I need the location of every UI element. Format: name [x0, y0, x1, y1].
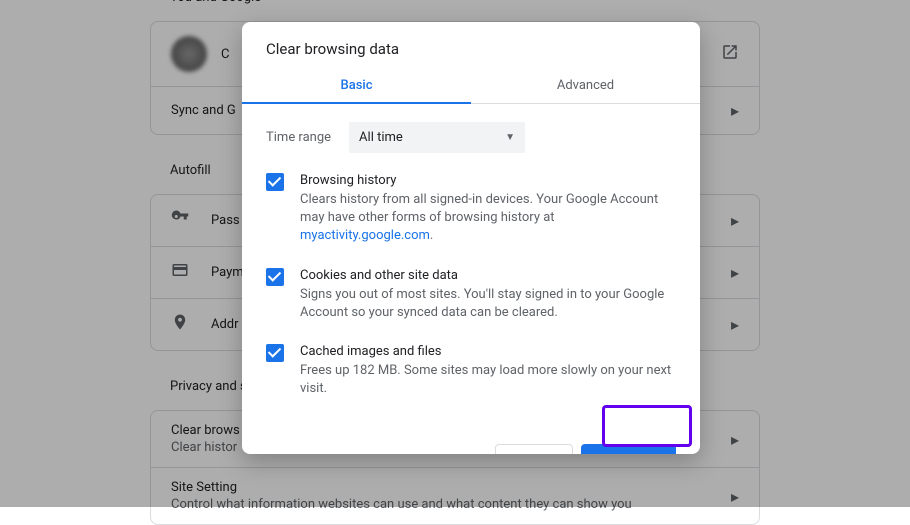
option-desc: Clears history from all signed-in device…: [300, 191, 676, 246]
chevron-down-icon: ▼: [505, 132, 515, 143]
time-range-value: All time: [359, 130, 403, 145]
option-title: Cookies and other site data: [300, 268, 676, 283]
cancel-button[interactable]: Cancel: [495, 444, 573, 454]
option-title: Browsing history: [300, 173, 676, 188]
clear-data-button[interactable]: Clear data: [581, 444, 676, 454]
clear-browsing-data-dialog: Clear browsing data Basic Advanced Time …: [242, 22, 700, 454]
dialog-body: Time range All time ▼ Browsing history C…: [242, 104, 700, 430]
dialog-title: Clear browsing data: [242, 22, 700, 66]
time-range-row: Time range All time ▼: [266, 122, 676, 153]
checkbox-browsing-history[interactable]: [266, 173, 284, 191]
dialog-actions: Cancel Clear data: [242, 430, 700, 454]
option-cache: Cached images and files Frees up 182 MB.…: [266, 344, 676, 398]
myactivity-link[interactable]: myactivity.google.com: [300, 228, 430, 243]
time-range-label: Time range: [266, 130, 331, 145]
option-browsing-history: Browsing history Clears history from all…: [266, 173, 676, 246]
option-cookies: Cookies and other site data Signs you ou…: [266, 268, 676, 322]
checkbox-cookies[interactable]: [266, 268, 284, 286]
option-desc: Frees up 182 MB. Some sites may load mor…: [300, 362, 676, 398]
tab-advanced[interactable]: Advanced: [471, 66, 700, 103]
dialog-tabs: Basic Advanced: [242, 66, 700, 104]
tab-basic[interactable]: Basic: [242, 66, 471, 103]
option-title: Cached images and files: [300, 344, 676, 359]
option-desc: Signs you out of most sites. You'll stay…: [300, 286, 676, 322]
time-range-select[interactable]: All time ▼: [349, 122, 525, 153]
checkbox-cache[interactable]: [266, 344, 284, 362]
